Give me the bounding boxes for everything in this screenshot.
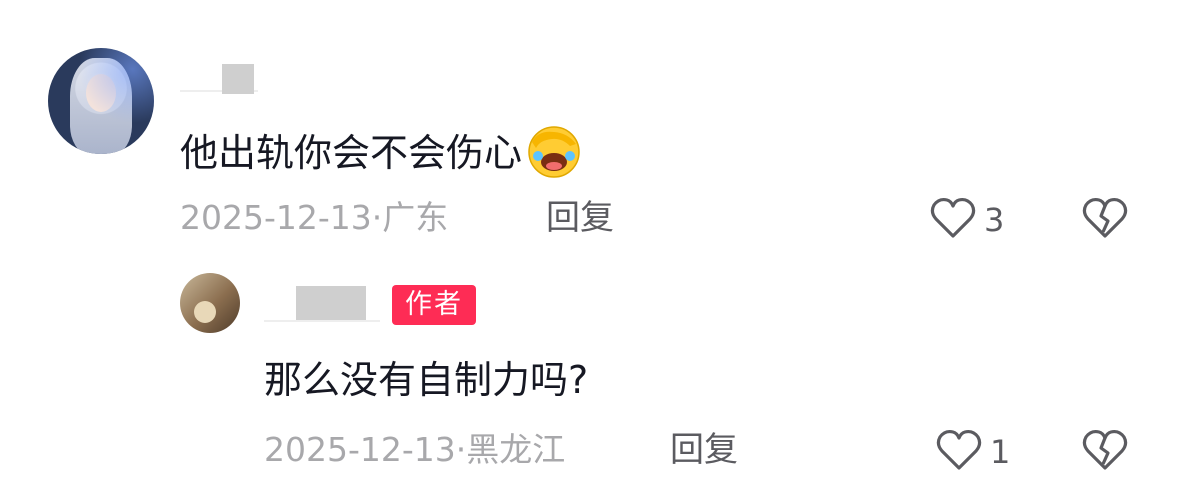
comment-date: 2025-12-13 (180, 198, 372, 237)
comment-location: 广东 (382, 198, 449, 237)
comment-text: 那么没有自制力吗? (264, 358, 589, 402)
heart-outline-icon (930, 196, 976, 244)
avatar-detail (194, 301, 216, 323)
avatar-glow (48, 48, 154, 154)
meta-separator: · (371, 198, 383, 237)
dislike-button[interactable] (1082, 196, 1128, 244)
avatar[interactable] (48, 48, 154, 154)
comment-date: 2025-12-13 (264, 430, 456, 469)
broken-heart-icon (1082, 197, 1128, 244)
dislike-button[interactable] (1082, 428, 1128, 476)
reply-button[interactable]: 回复 (670, 430, 738, 470)
comment-meta: 2025-12-13·广东 (180, 198, 448, 238)
reply-button[interactable]: 回复 (546, 198, 614, 238)
broken-heart-icon (1082, 429, 1128, 476)
comment-meta: 2025-12-13·黑龙江 (264, 430, 565, 470)
meta-separator: · (455, 430, 467, 469)
comment-text: 他出轨你会不会伤心 (180, 122, 582, 189)
like-button[interactable]: 3 (930, 196, 1004, 244)
heart-outline-icon (936, 428, 982, 476)
like-count: 1 (990, 433, 1011, 471)
author-badge: 作者 (392, 285, 476, 325)
username-redacted[interactable] (296, 286, 366, 320)
username-redacted[interactable] (222, 64, 254, 94)
username-redacted-line (264, 320, 380, 322)
comment-location: 黑龙江 (466, 430, 566, 469)
like-count: 3 (984, 201, 1005, 239)
facepalm-laugh-emoji-icon (524, 122, 582, 189)
like-button[interactable]: 1 (936, 428, 1010, 476)
avatar[interactable] (180, 273, 240, 333)
comment-text-content: 他出轨你会不会伤心 (180, 131, 523, 175)
